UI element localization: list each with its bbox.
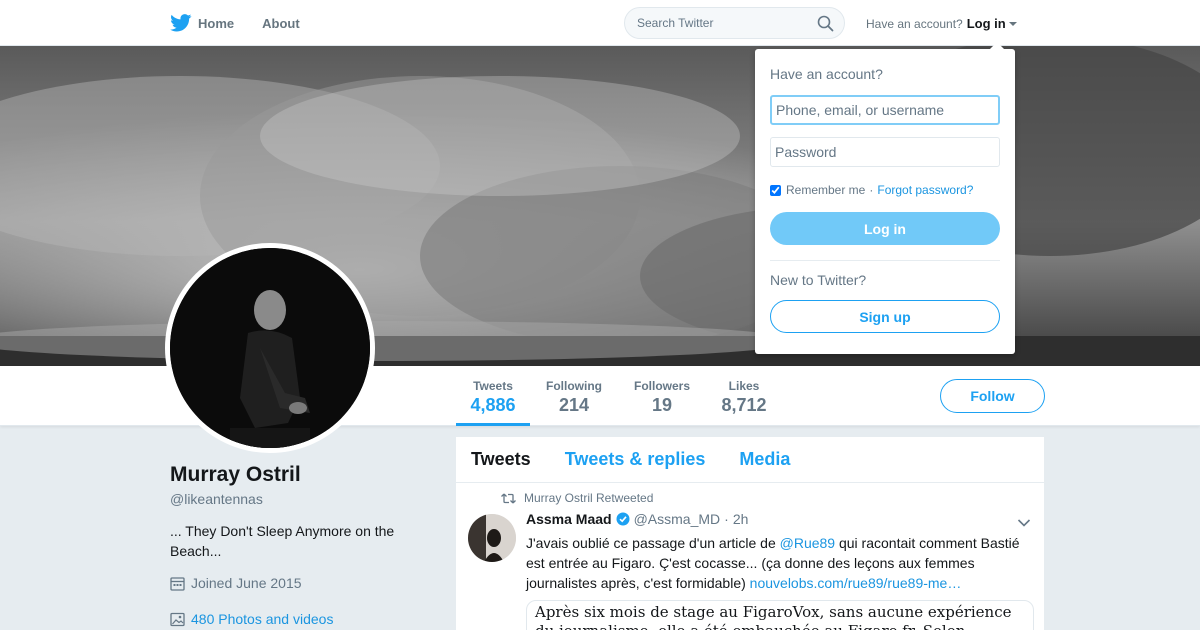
- card-text: Après six mois de stage au FigaroVox, sa…: [535, 603, 1012, 630]
- nav-home-label: Home: [198, 15, 235, 31]
- password-field[interactable]: [770, 137, 1000, 167]
- joined-text: Joined June 2015: [191, 575, 302, 591]
- forgot-password-link[interactable]: Forgot password?: [877, 183, 973, 197]
- follow-button[interactable]: Follow: [940, 379, 1045, 413]
- tweet-separator: ·: [724, 511, 729, 527]
- stat-tweets-label: Tweets: [473, 379, 513, 393]
- timeline-tabs: Tweets Tweets & replies Media: [456, 437, 1044, 483]
- timeline: Tweets Tweets & replies Media Murray Ost…: [456, 437, 1044, 630]
- stat-tweets-value: 4,886: [470, 395, 516, 415]
- retweeted-by[interactable]: Murray Ostril Retweeted: [524, 491, 653, 505]
- tweet-mention-link[interactable]: @Rue89: [780, 535, 835, 551]
- photos-link[interactable]: 480 Photos and videos: [170, 611, 333, 627]
- profile-joined: Joined June 2015: [170, 575, 302, 591]
- nav-home[interactable]: Home: [170, 14, 234, 32]
- avatar-image: [170, 248, 370, 448]
- stat-tweets[interactable]: Tweets 4,886: [456, 366, 530, 426]
- stat-likes-value: 8,712: [721, 395, 767, 415]
- stat-followers-value: 19: [651, 395, 673, 415]
- signup-button[interactable]: Sign up: [770, 300, 1000, 333]
- top-nav-bar: Home About Have an account? Log in: [0, 0, 1200, 46]
- username-field[interactable]: [770, 95, 1000, 125]
- tweet-author-handle[interactable]: @Assma_MD: [634, 511, 721, 527]
- search-icon[interactable]: [817, 15, 834, 32]
- tab-media[interactable]: Media: [739, 449, 790, 470]
- profile-avatar[interactable]: [165, 243, 375, 453]
- remember-label: Remember me: [786, 183, 866, 197]
- login-dropdown-title: Have an account?: [770, 66, 883, 82]
- remember-row: Remember me · Forgot password?: [770, 183, 973, 197]
- stat-following[interactable]: Following 214: [541, 366, 607, 426]
- twitter-bird-icon: [170, 14, 192, 32]
- remember-separator: ·: [869, 183, 874, 197]
- photos-text: 480 Photos and videos: [191, 611, 334, 627]
- stat-followers-label: Followers: [633, 379, 690, 393]
- new-to-twitter-text: New to Twitter?: [770, 272, 867, 288]
- caret-down-icon: [1008, 21, 1017, 26]
- avatar-photo: [170, 248, 370, 448]
- profile-name: Murray Ostril: [170, 463, 301, 486]
- retweet-context: Murray Ostril Retweeted: [501, 491, 653, 505]
- tweet-url-link[interactable]: nouvelobs.com/rue89/rue89-me…: [750, 575, 962, 591]
- login-link-label: Log in: [966, 16, 1006, 31]
- tweet-header: Assma Maad @Assma_MD · 2h: [526, 511, 748, 527]
- chevron-down-icon[interactable]: [1017, 518, 1031, 528]
- search-box: [624, 7, 845, 39]
- tab-tweets[interactable]: Tweets: [471, 449, 531, 470]
- stat-likes-label: Likes: [728, 379, 760, 393]
- nav-about[interactable]: About: [262, 16, 300, 31]
- tweet[interactable]: Murray Ostril Retweeted Assma Maad @Assm…: [456, 483, 1044, 630]
- stat-following-label: Following: [546, 379, 602, 393]
- retweet-icon: [501, 493, 516, 503]
- stat-followers[interactable]: Followers 19: [628, 366, 696, 426]
- nav-left: Home About: [170, 0, 328, 46]
- profile-bio: ... They Don't Sleep Anymore on the Beac…: [170, 523, 395, 559]
- tweet-author-photo: [468, 514, 516, 562]
- login-button[interactable]: Log in: [770, 212, 1000, 245]
- stat-likes[interactable]: Likes 8,712: [716, 366, 772, 426]
- tweet-media-card[interactable]: Après six mois de stage au FigaroVox, sa…: [526, 600, 1034, 630]
- verified-badge-icon: [616, 512, 630, 526]
- stat-following-value: 214: [558, 395, 590, 415]
- search-input[interactable]: [637, 16, 807, 30]
- remember-checkbox[interactable]: [770, 184, 781, 196]
- tweet-author-avatar[interactable]: [468, 514, 516, 562]
- tweet-text: J'avais oublié ce passage d'un article d…: [526, 533, 1036, 593]
- calendar-icon: [170, 576, 185, 591]
- have-account-text: Have an account?: [866, 16, 963, 31]
- image-icon: [170, 612, 185, 626]
- tweet-author-name[interactable]: Assma Maad: [526, 511, 612, 527]
- dropdown-divider: [770, 260, 1000, 261]
- nav-about-label: About: [262, 15, 300, 31]
- profile-handle: @likeantennas: [170, 491, 263, 507]
- tweet-text-before: J'avais oublié ce passage d'un article d…: [526, 535, 780, 551]
- tweet-time[interactable]: 2h: [733, 511, 749, 527]
- tab-tweets-replies[interactable]: Tweets & replies: [565, 449, 706, 470]
- login-dropdown: Have an account? Remember me · Forgot pa…: [755, 42, 1015, 354]
- login-menu-toggle[interactable]: Have an account? Log in: [866, 16, 1017, 31]
